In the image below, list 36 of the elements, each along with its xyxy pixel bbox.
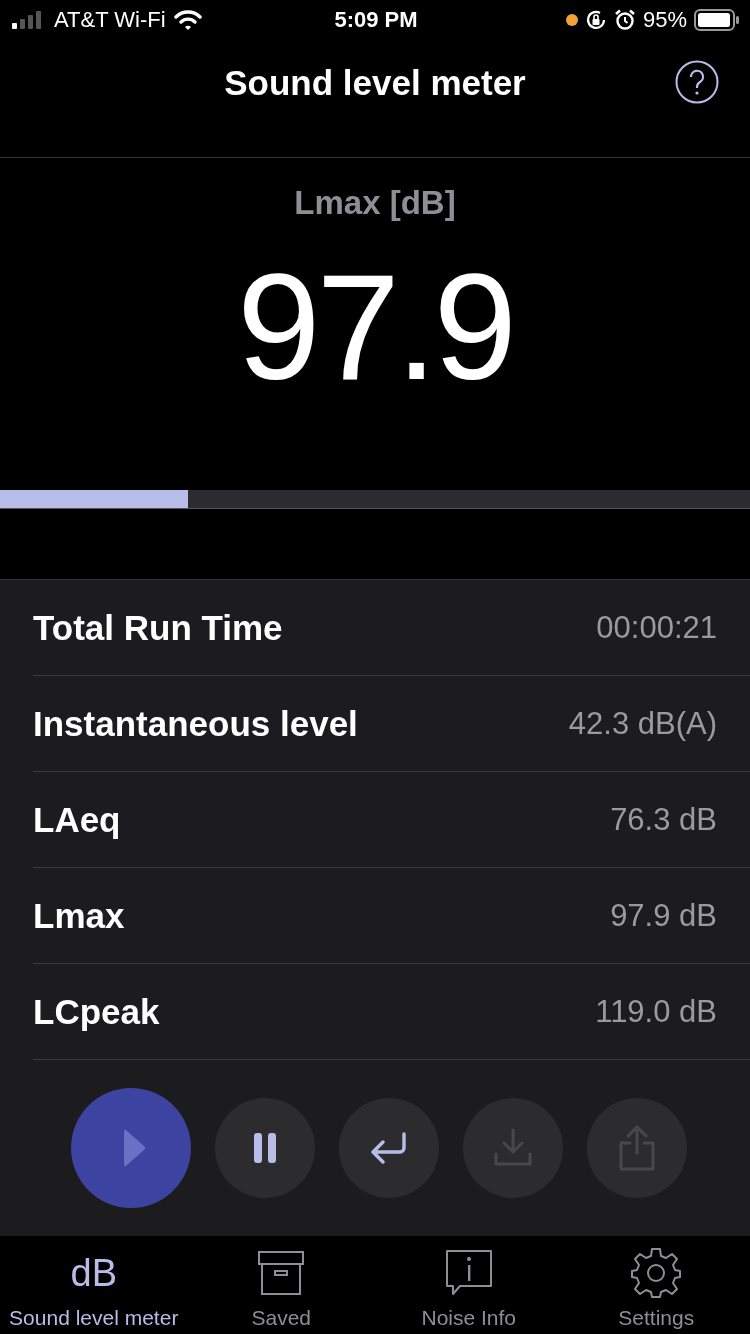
stat-label: Instantaneous level: [33, 703, 358, 744]
meter-reading: 97.9: [237, 252, 513, 402]
alarm-clock-icon: [613, 9, 636, 31]
meter-label: Lmax [dB]: [294, 184, 456, 222]
info-bubble-icon: [443, 1248, 494, 1298]
stat-label: LAeq: [33, 799, 121, 840]
stat-value: 00:00:21: [596, 609, 717, 646]
help-button[interactable]: [675, 60, 719, 104]
screen-title: Sound level meter: [224, 62, 526, 103]
tab-item[interactable]: Settings: [562, 1236, 750, 1334]
stat-value: 97.9 dB: [610, 897, 717, 934]
tab-item[interactable]: Noise Info: [375, 1236, 563, 1334]
share-icon: [618, 1125, 656, 1171]
stat-label: Total Run Time: [33, 607, 283, 648]
stat-label: Lmax: [33, 895, 125, 936]
wifi-icon: [173, 10, 202, 30]
stat-value: 76.3 dB: [610, 801, 717, 838]
stat-label: LCpeak: [33, 991, 160, 1032]
rotation-lock-icon: [584, 9, 607, 31]
battery-icon: [694, 9, 740, 31]
download-icon: [493, 1128, 533, 1168]
carrier-name: AT&T Wi-Fi: [54, 7, 166, 33]
gear-icon: [630, 1247, 683, 1299]
db-text-icon: dB: [70, 1251, 117, 1295]
stat-value: 42.3 dB(A): [568, 705, 717, 742]
tab-item[interactable]: dB Sound level meter: [0, 1236, 188, 1334]
pause-icon: [253, 1133, 277, 1163]
stat-value: 119.0 dB: [595, 993, 717, 1030]
battery-percent: 95%: [642, 7, 687, 33]
recording-dot-icon: [565, 14, 578, 26]
archive-box-icon: [257, 1250, 306, 1296]
play-icon: [122, 1128, 146, 1168]
status-time: 5:09 PM: [334, 7, 418, 33]
question-mark-icon: [675, 60, 719, 104]
tab-item[interactable]: Saved: [187, 1236, 375, 1334]
return-arrow-icon: [370, 1132, 408, 1164]
